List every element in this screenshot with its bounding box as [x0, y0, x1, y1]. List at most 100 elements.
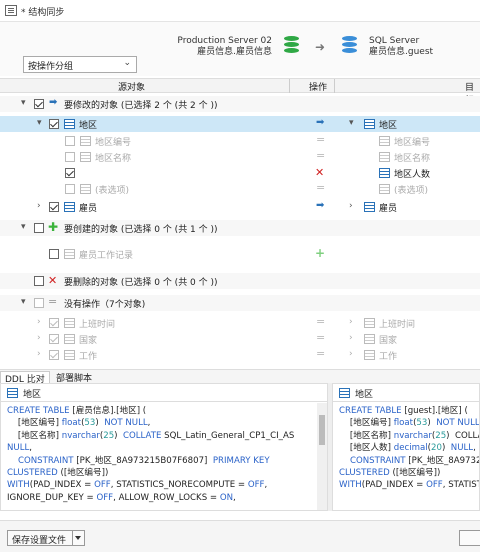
- column-row-name[interactable]: 地区名称 = 地区名称: [0, 149, 480, 165]
- arrow-right-icon: ➡: [49, 97, 58, 108]
- code-line: IGNORE_DUP_KEY = OFF, ALLOW_ROW_LOCKS = …: [7, 492, 236, 503]
- save-settings-button[interactable]: 保存设置文件: [7, 530, 85, 546]
- source-name: 工作: [79, 352, 98, 362]
- expand-icon[interactable]: ›: [37, 201, 41, 211]
- expand-icon: ›: [349, 201, 353, 211]
- code-line: WITH(PAD_INDEX = OFF, STATIST: [339, 480, 480, 491]
- target-server-info: SQL Server 雇员信息.guest: [369, 36, 433, 58]
- collapse-icon[interactable]: ▾: [21, 297, 26, 307]
- column-row-people[interactable]: ✕ 地区人数: [0, 165, 480, 181]
- target-ddl-title: 地区: [355, 390, 374, 400]
- plus-icon: ✚: [48, 220, 59, 234]
- source-schema-name: 雇员信息.雇员信息: [197, 47, 272, 57]
- table-icon: [364, 119, 375, 129]
- table-row-diqu[interactable]: ▾ 地区 ➡ ▾ 地区: [0, 116, 480, 132]
- pane-splitter[interactable]: [328, 383, 332, 511]
- expand-icon: ›: [349, 349, 353, 359]
- right-button[interactable]: [459, 530, 480, 546]
- group-label-delete: 要删除的对象 (已选择 0 个 (共 0 个 )): [64, 278, 218, 288]
- table-icon: [64, 119, 75, 129]
- source-name: (表选项): [95, 186, 130, 196]
- table-row-work-record[interactable]: 雇员工作记录 +: [0, 246, 480, 262]
- checkbox-icon[interactable]: [34, 99, 44, 109]
- grouping-select[interactable]: 按操作分组 ⌄: [23, 56, 137, 73]
- source-database-icon: [284, 36, 299, 54]
- window-title: * 结构同步: [21, 8, 65, 18]
- collapse-icon[interactable]: ▾: [21, 98, 26, 108]
- scrollbar[interactable]: [317, 403, 327, 510]
- expand-icon[interactable]: ›: [37, 349, 41, 359]
- target-database-icon: [342, 36, 357, 54]
- target-name: 地区: [379, 121, 398, 131]
- table-icon: [64, 318, 75, 328]
- code-line: CREATE TABLE [雇员信息].[地区] (: [7, 406, 147, 416]
- grouping-value: 按操作分组: [28, 62, 74, 72]
- table-icon: [364, 334, 375, 344]
- checkbox-icon[interactable]: [34, 276, 44, 286]
- target-ddl-pane: 地区 CREATE TABLE [guest].[地区] ( [地区编号] fl…: [332, 383, 480, 511]
- code-line: CLUSTERED ([地区编号]): [339, 468, 441, 479]
- column-icon: [80, 136, 91, 146]
- column-icon: [379, 136, 390, 146]
- code-line: CONSTRAINT [PK_地区_8A97321: [349, 455, 480, 466]
- table-icon: [64, 249, 75, 259]
- expand-icon: ›: [349, 317, 353, 327]
- checkbox-icon[interactable]: [49, 249, 59, 259]
- code-line: [地区编号] float(53) NOT NULL: [339, 418, 480, 429]
- equal-icon: =: [316, 347, 326, 360]
- collapse-icon[interactable]: ▾: [37, 118, 42, 128]
- source-name: 雇员: [79, 204, 98, 214]
- group-row-create[interactable]: ▾ ✚ 要创建的对象 (已选择 0 个 (共 1 个 )): [0, 220, 480, 236]
- target-ddl-code[interactable]: CREATE TABLE [guest].[地区] ( [地区编号] float…: [333, 403, 479, 510]
- column-row-options[interactable]: (表选项) = (表选项): [0, 181, 480, 197]
- expand-icon: ›: [349, 333, 353, 343]
- source-name: 地区名称: [95, 154, 132, 164]
- equal-icon: =: [316, 331, 326, 344]
- source-name: 雇员工作记录: [79, 251, 134, 261]
- table-row-guyuan[interactable]: › 雇员 ➡ › 雇员: [0, 199, 480, 215]
- target-name: (表选项): [394, 186, 429, 196]
- source-ddl-pane: 地区 CREATE TABLE [雇员信息].[地区] ( [地区编号] flo…: [0, 383, 328, 511]
- scrollbar-thumb[interactable]: [319, 415, 325, 445]
- group-row-none[interactable]: ▾ = 没有操作（7个对象): [0, 295, 480, 311]
- source-ddl-header: 地区: [1, 384, 327, 402]
- column-source[interactable]: 源对象: [118, 80, 145, 93]
- code-line: [地区名称] nvarchar(25) COLLA: [339, 430, 480, 441]
- table-row-gongzuo[interactable]: › 工作 = › 工作: [0, 347, 480, 363]
- table-row-guojia[interactable]: › 国家 = › 国家: [0, 331, 480, 347]
- target-name: 地区名称: [394, 154, 431, 164]
- source-ddl-code[interactable]: CREATE TABLE [雇员信息].[地区] ( [地区编号] float(…: [1, 403, 317, 510]
- column-row-code[interactable]: 地区编号 = 地区编号: [0, 133, 480, 149]
- table-icon: [64, 350, 75, 360]
- equal-icon: =: [48, 295, 58, 308]
- collapse-icon[interactable]: ▾: [21, 222, 26, 232]
- source-server-info: Production Server 02 雇员信息.雇员信息: [177, 36, 272, 58]
- group-label-modify: 要修改的对象 (已选择 2 个 (共 2 个 )): [64, 101, 218, 111]
- target-server-name: SQL Server: [369, 36, 420, 46]
- source-server-name: Production Server 02: [177, 36, 272, 46]
- checkbox-icon: [49, 334, 59, 344]
- code-line: WITH(PAD_INDEX = OFF, STATISTICS_NORECOM…: [7, 480, 268, 491]
- target-name: 国家: [379, 336, 398, 346]
- column-header: 源对象 操作 目标: [0, 78, 480, 106]
- group-row-delete[interactable]: ✕ 要删除的对象 (已选择 0 个 (共 0 个 )): [0, 273, 480, 289]
- expand-icon[interactable]: ›: [37, 317, 41, 327]
- expand-icon[interactable]: ›: [37, 333, 41, 343]
- code-line: [地区编号] float(53) NOT NULL,: [7, 418, 151, 429]
- group-row-modify[interactable]: ▾ ➡ 要修改的对象 (已选择 2 个 (共 2 个 )): [0, 96, 480, 112]
- target-schema-name: 雇员信息.guest: [369, 47, 434, 57]
- dropdown-icon[interactable]: [72, 531, 84, 545]
- checkbox-icon[interactable]: [65, 168, 75, 178]
- checkbox-icon[interactable]: [34, 223, 44, 233]
- code-line: [地区名称] nvarchar(25) COLLATE SQL_Latin_Ge…: [7, 430, 295, 441]
- checkbox-icon[interactable]: [49, 119, 59, 129]
- table-row-shangban[interactable]: › 上班时间 = › 上班时间: [0, 315, 480, 331]
- checkbox-icon[interactable]: [49, 202, 59, 212]
- arrow-right-icon: ➡: [316, 117, 325, 128]
- checkbox-icon: [65, 136, 75, 146]
- group-label-none: 没有操作（7个对象): [64, 300, 146, 310]
- target-name: 上班时间: [379, 320, 416, 330]
- column-operation[interactable]: 操作: [309, 80, 327, 93]
- target-name: 地区人数: [394, 170, 431, 180]
- chevron-down-icon: ⌄: [123, 58, 131, 68]
